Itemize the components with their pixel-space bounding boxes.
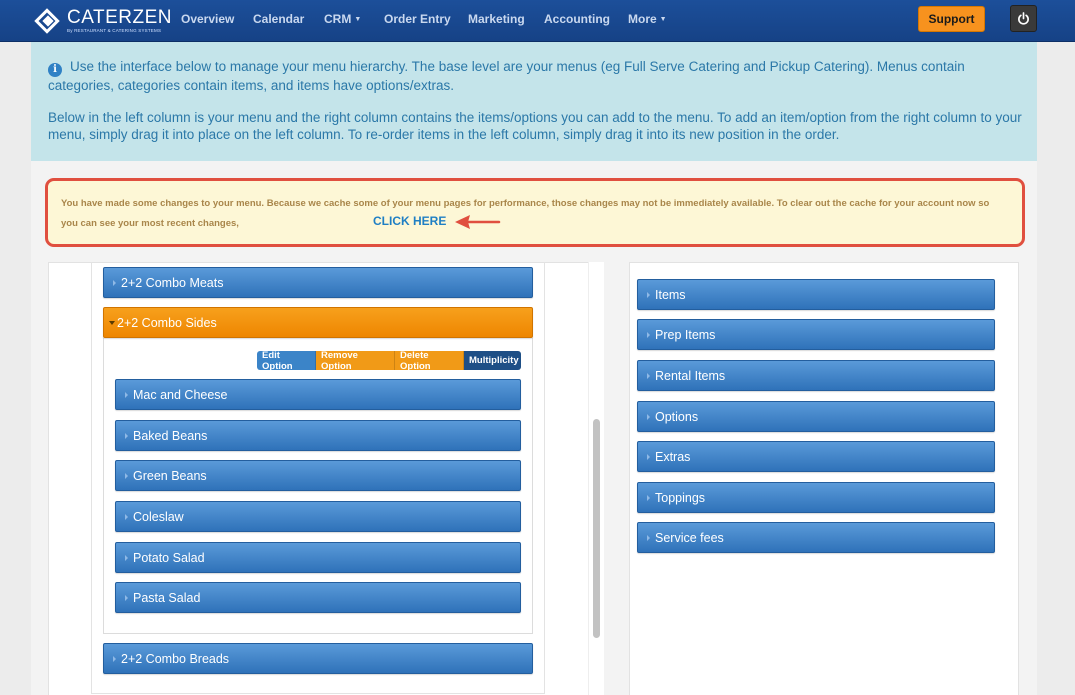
nav-crm[interactable]: CRM ▼ — [324, 12, 361, 26]
library-label: Rental Items — [655, 368, 726, 383]
top-nav: CATERZEN By RESTAURANT & CATERING SYSTEM… — [0, 0, 1075, 42]
library-label: Service fees — [655, 530, 724, 545]
nav-order-entry[interactable]: Order Entry — [384, 12, 451, 26]
power-icon — [1018, 12, 1029, 25]
chevron-right-icon — [125, 432, 129, 439]
chevron-right-icon — [125, 391, 129, 398]
multiplicity-button[interactable]: Multiplicity — [464, 351, 521, 370]
menu-group-combo-meats[interactable]: 2+2 Combo Meats — [103, 267, 533, 298]
item-label: Baked Beans — [133, 428, 208, 443]
list-item[interactable]: Green Beans — [115, 460, 521, 491]
menu-group-combo-sides[interactable]: 2+2 Combo Sides — [103, 307, 533, 338]
item-label: Potato Salad — [133, 550, 205, 565]
info-text-1: Use the interface below to manage your m… — [48, 59, 965, 93]
chevron-down-icon — [109, 320, 115, 325]
clear-cache-link[interactable]: CLICK HERE — [373, 214, 446, 228]
chevron-right-icon — [647, 453, 651, 460]
library-label: Extras — [655, 449, 691, 464]
nav-more-label: More — [628, 12, 657, 26]
menu-group-combo-breads[interactable]: 2+2 Combo Breads — [103, 643, 533, 674]
chevron-right-icon — [647, 413, 651, 420]
cache-alert: You have made some changes to your menu.… — [45, 178, 1025, 247]
info-icon: i — [48, 63, 62, 77]
info-panel: i Use the interface below to manage your … — [31, 42, 1037, 161]
library-label: Options — [655, 409, 699, 424]
chevron-right-icon — [647, 331, 651, 338]
delete-option-button[interactable]: Delete Option — [395, 351, 464, 370]
group-label: 2+2 Combo Breads — [121, 651, 230, 666]
list-item[interactable]: Pasta Salad — [115, 582, 521, 613]
chevron-right-icon — [125, 594, 129, 601]
item-label: Coleslaw — [133, 509, 184, 524]
list-item[interactable]: Coleslaw — [115, 501, 521, 532]
cache-alert-text: You have made some changes to your menu.… — [61, 198, 990, 229]
library-item-items[interactable]: Items — [637, 279, 995, 310]
nav-more[interactable]: More ▼ — [628, 12, 667, 26]
chevron-down-icon: ▼ — [659, 16, 667, 23]
logo-name: CATERZEN — [67, 7, 172, 28]
library-label: Items — [655, 287, 686, 302]
chevron-right-icon — [125, 472, 129, 479]
nav-marketing[interactable]: Marketing — [468, 12, 525, 26]
logo-tagline: By RESTAURANT & CATERING SYSTEMS — [67, 28, 162, 33]
item-label: Mac and Cheese — [133, 387, 228, 402]
logo-diamond-icon — [34, 8, 60, 34]
info-paragraph-2: Below in the left column is your menu an… — [48, 110, 1022, 142]
logout-button[interactable] — [1010, 5, 1037, 32]
library-item-rental-items[interactable]: Rental Items — [637, 360, 995, 391]
library-item-extras[interactable]: Extras — [637, 441, 995, 472]
remove-option-button[interactable]: Remove Option — [316, 351, 395, 370]
item-label: Pasta Salad — [133, 590, 201, 605]
info-paragraph-1: i Use the interface below to manage your … — [48, 58, 1023, 94]
nav-overview[interactable]: Overview — [181, 12, 234, 26]
chevron-right-icon — [647, 494, 651, 501]
support-button[interactable]: Support — [918, 6, 985, 32]
chevron-right-icon — [125, 513, 129, 520]
list-item[interactable]: Baked Beans — [115, 420, 521, 451]
chevron-right-icon — [113, 655, 117, 662]
chevron-right-icon — [125, 554, 129, 561]
nav-calendar[interactable]: Calendar — [253, 12, 304, 26]
chevron-right-icon — [113, 279, 117, 286]
list-item[interactable]: Mac and Cheese — [115, 379, 521, 410]
edit-option-button[interactable]: Edit Option — [257, 351, 316, 370]
library-label: Prep Items — [655, 327, 716, 342]
scrollbar-thumb[interactable] — [593, 419, 600, 638]
chevron-right-icon — [647, 534, 651, 541]
chevron-down-icon: ▼ — [354, 16, 362, 23]
library-item-toppings[interactable]: Toppings — [637, 482, 995, 513]
library-item-prep-items[interactable]: Prep Items — [637, 319, 995, 350]
option-button-group: Edit Option Remove Option Delete Option … — [257, 351, 521, 370]
group-label: 2+2 Combo Meats — [121, 275, 224, 290]
caterzen-logo[interactable]: CATERZEN By RESTAURANT & CATERING SYSTEM… — [34, 6, 172, 36]
nav-crm-label: CRM — [324, 12, 352, 26]
library-item-service-fees[interactable]: Service fees — [637, 522, 995, 553]
nav-accounting[interactable]: Accounting — [544, 12, 610, 26]
chevron-right-icon — [647, 372, 651, 379]
library-item-options[interactable]: Options — [637, 401, 995, 432]
arrow-left-icon — [455, 215, 501, 229]
group-label: 2+2 Combo Sides — [117, 315, 217, 330]
chevron-right-icon — [647, 291, 651, 298]
library-label: Toppings — [655, 490, 706, 505]
item-label: Green Beans — [133, 468, 207, 483]
list-item[interactable]: Potato Salad — [115, 542, 521, 573]
